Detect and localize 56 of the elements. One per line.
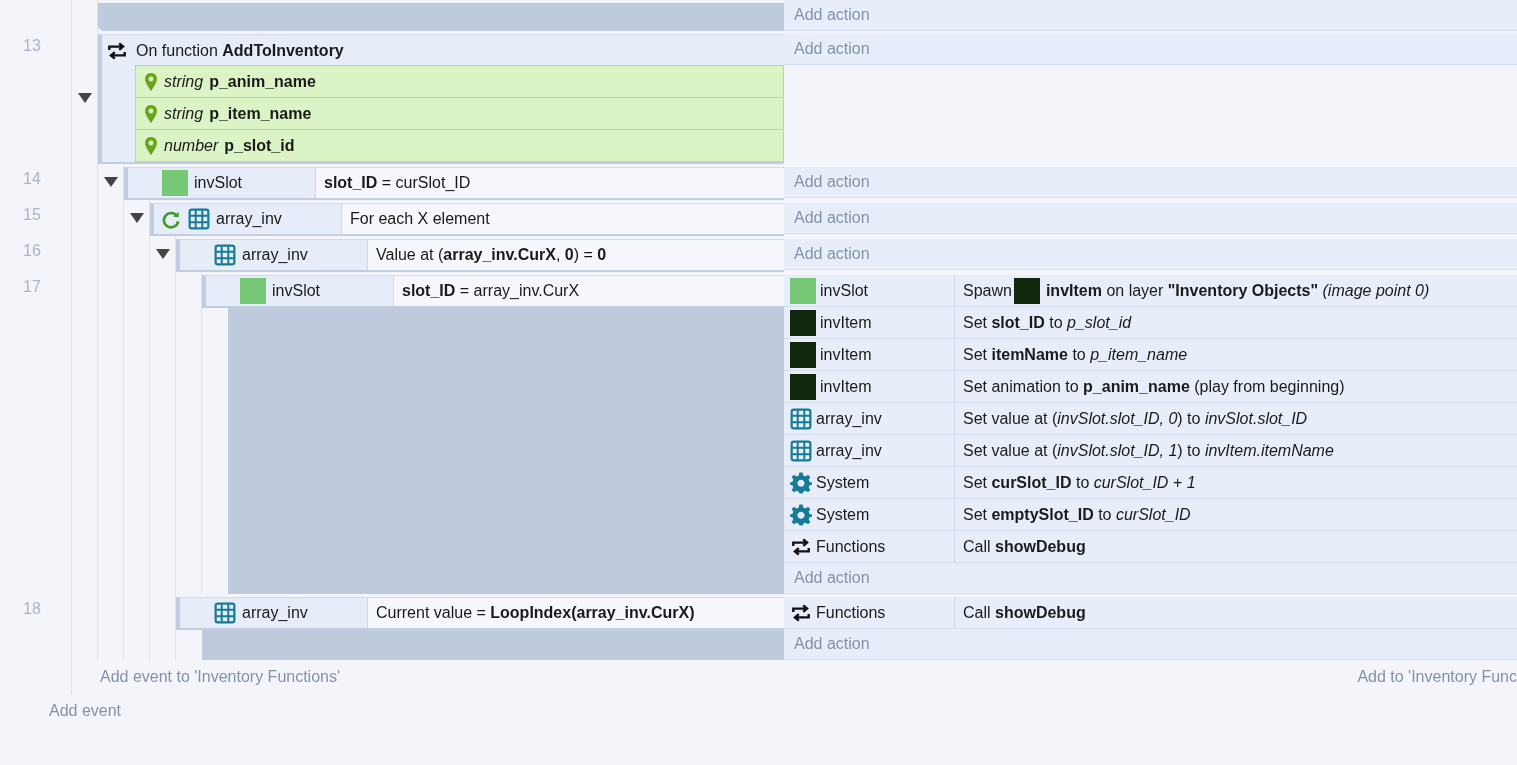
gear-icon bbox=[790, 471, 812, 494]
parameter-row[interactable]: string p_anim_name bbox=[135, 65, 784, 98]
action-object[interactable]: invSlot bbox=[784, 275, 955, 306]
action-text[interactable]: Set animation to p_anim_name (play from beginning) bbox=[955, 371, 1517, 402]
event-number: 13 bbox=[22, 36, 42, 55]
action-object[interactable]: invItem bbox=[784, 339, 955, 370]
condition-object[interactable]: invSlot bbox=[206, 276, 394, 306]
action-text[interactable]: Set emptySlot_ID to curSlot_ID bbox=[955, 499, 1517, 530]
event-number: 16 bbox=[22, 241, 42, 260]
event-number: 15 bbox=[22, 205, 42, 224]
action-object[interactable]: Functions bbox=[784, 597, 955, 628]
action-text[interactable]: Call showDebug bbox=[955, 531, 1517, 562]
parameter-name: p_anim_name bbox=[209, 72, 316, 91]
action-object[interactable]: array_inv bbox=[784, 435, 955, 466]
parameter-name: p_item_name bbox=[209, 104, 312, 123]
condition-text: On function AddToInventory bbox=[136, 41, 344, 60]
event-number: 18 bbox=[22, 599, 42, 618]
condition-object[interactable]: array_inv bbox=[180, 598, 368, 628]
condition-object[interactable]: array_inv bbox=[154, 204, 342, 234]
grid-icon bbox=[188, 208, 210, 230]
parameter-type: string bbox=[164, 72, 204, 91]
action-object[interactable]: System bbox=[784, 467, 955, 498]
action-object[interactable]: invItem bbox=[784, 307, 955, 338]
condition-text[interactable]: Value at (array_inv.CurX, 0) = 0 bbox=[368, 240, 784, 270]
event-number: 14 bbox=[22, 169, 42, 188]
parameter-row[interactable]: number p_slot_id bbox=[135, 129, 784, 162]
condition-text[interactable]: For each X element bbox=[342, 204, 784, 234]
action-text[interactable]: Set value at (invSlot.slot_ID, 1) to invItem.itemName bbox=[955, 435, 1517, 466]
action-text[interactable]: Set itemName to p_item_name bbox=[955, 339, 1517, 370]
action-text[interactable]: Set curSlot_ID to curSlot_ID + 1 bbox=[955, 467, 1517, 498]
action-object[interactable]: Functions bbox=[784, 531, 955, 562]
condition-object[interactable]: array_inv bbox=[180, 240, 368, 270]
action-text[interactable]: Spawn invItem on layer "Inventory Objects" (image point 0) bbox=[955, 275, 1517, 306]
condition-text[interactable]: Current value = LoopIndex(array_inv.CurX) bbox=[368, 598, 784, 628]
pin-icon bbox=[144, 135, 158, 156]
parameter-type: string bbox=[164, 104, 204, 123]
parameter-type: number bbox=[164, 136, 219, 155]
gear-icon bbox=[790, 503, 812, 526]
condition-text[interactable]: slot_ID = array_inv.CurX bbox=[394, 276, 784, 306]
parameter-name: p_slot_id bbox=[224, 136, 295, 155]
event-number: 17 bbox=[22, 277, 42, 296]
action-text[interactable]: Set slot_ID to p_slot_id bbox=[955, 307, 1517, 338]
condition-text[interactable]: slot_ID = curSlot_ID bbox=[316, 168, 784, 198]
pin-icon bbox=[144, 103, 158, 124]
grid-icon bbox=[214, 602, 236, 624]
grid-icon bbox=[214, 244, 236, 266]
action-object[interactable]: invItem bbox=[784, 371, 955, 402]
action-text[interactable]: Call showDebug bbox=[955, 597, 1517, 628]
action-object[interactable]: System bbox=[784, 499, 955, 530]
action-object[interactable]: array_inv bbox=[784, 403, 955, 434]
grid-icon bbox=[790, 407, 812, 430]
parameter-row[interactable]: string p_item_name bbox=[135, 97, 784, 130]
pin-icon bbox=[144, 71, 158, 92]
grid-icon bbox=[790, 439, 812, 462]
action-text[interactable]: Set value at (invSlot.slot_ID, 0) to invSlot.slot_ID bbox=[955, 403, 1517, 434]
condition-object[interactable]: invSlot bbox=[128, 168, 316, 198]
